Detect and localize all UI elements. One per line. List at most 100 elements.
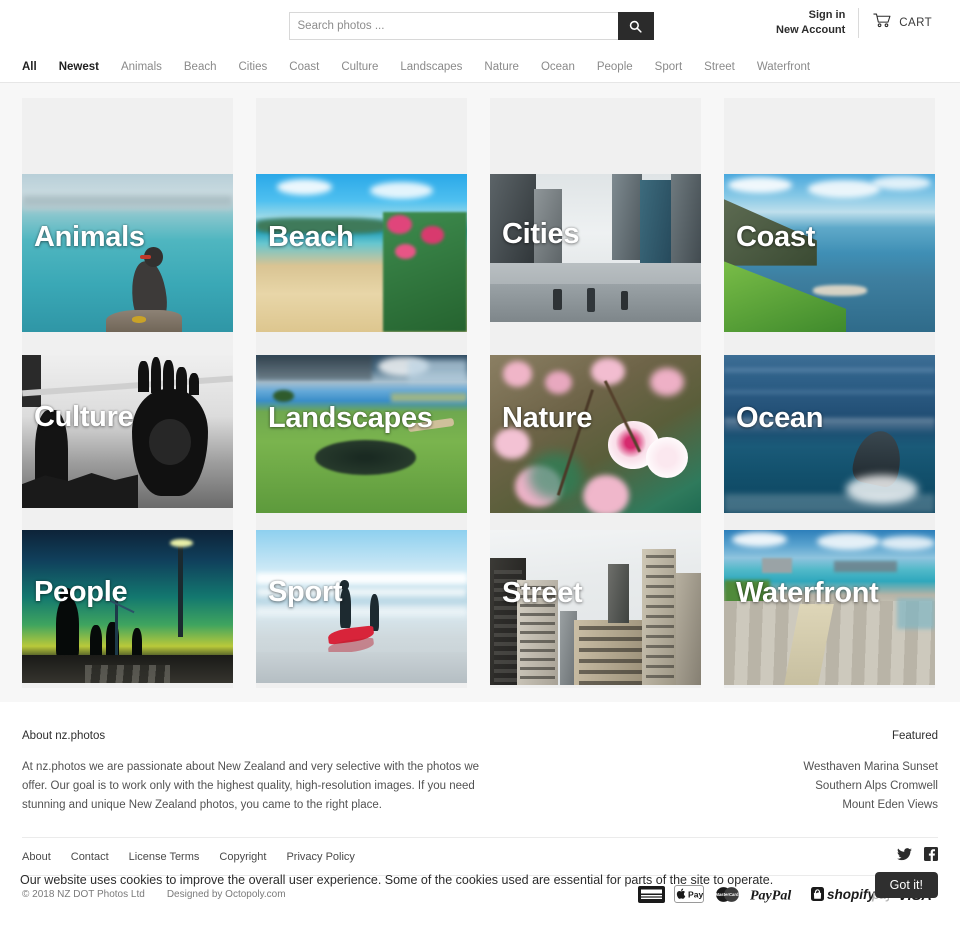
- photo-detail: [490, 174, 537, 266]
- category-grid-area: Animals Beach Cities Coast Culture Landscapes…: [0, 83, 960, 702]
- photo-detail: [527, 452, 583, 501]
- photo-detail: [150, 356, 162, 394]
- featured-list: Westhaven Marina Sunset Southern Alps Cro…: [803, 758, 938, 815]
- category-tile-coast[interactable]: Coast: [724, 98, 935, 343]
- category-tile-landscapes[interactable]: Landscapes: [256, 343, 467, 518]
- photo-detail: [22, 196, 233, 211]
- photo-detail: [639, 179, 674, 263]
- nav-item-culture[interactable]: Culture: [341, 61, 390, 73]
- photo-detail: [728, 177, 792, 193]
- photo-detail: [812, 284, 868, 296]
- nav-item-waterfront[interactable]: Waterfront: [757, 61, 822, 73]
- photo-detail: [85, 664, 170, 683]
- photo-detail: [386, 215, 413, 235]
- about-column: About nz.photos At nz.photos we are pass…: [22, 730, 482, 815]
- photo-detail: [256, 652, 467, 683]
- photo-detail: [256, 218, 387, 235]
- photo-detail: [407, 418, 455, 433]
- nav-item-landscapes[interactable]: Landscapes: [400, 61, 474, 73]
- category-tile-culture[interactable]: Culture: [22, 343, 233, 518]
- photo-detail: [591, 358, 626, 386]
- category-photo-sport: Sport: [256, 530, 467, 683]
- nav-item-people[interactable]: People: [597, 61, 645, 73]
- category-tile-waterfront[interactable]: Waterfront: [724, 518, 935, 688]
- nav-item-nature[interactable]: Nature: [484, 61, 531, 73]
- category-photo-waterfront: Waterfront: [724, 530, 935, 685]
- photo-detail: [646, 437, 689, 479]
- category-tile-sport[interactable]: Sport: [256, 518, 467, 688]
- photo-detail: [256, 355, 373, 381]
- nav-item-all[interactable]: All: [22, 61, 49, 73]
- featured-column: Featured Westhaven Marina Sunset Southern…: [803, 730, 938, 815]
- featured-item[interactable]: Westhaven Marina Sunset: [803, 758, 938, 777]
- photo-detail: [620, 290, 629, 311]
- account-links: Sign in New Account: [776, 8, 860, 38]
- photo-detail: [519, 585, 556, 685]
- cookie-banner: Our website uses cookies to improve the …: [0, 860, 960, 912]
- nav-item-ocean[interactable]: Ocean: [541, 61, 587, 73]
- photo-detail: [55, 597, 79, 659]
- category-tile-nature[interactable]: Nature: [490, 343, 701, 518]
- nav-item-cities[interactable]: Cities: [239, 61, 280, 73]
- photo-detail: [608, 564, 630, 623]
- photo-detail: [553, 289, 562, 311]
- new-account-link[interactable]: New Account: [776, 23, 845, 38]
- photo-detail: [22, 355, 41, 408]
- nav-item-coast[interactable]: Coast: [289, 61, 331, 73]
- category-photo-beach: Beach: [256, 174, 467, 332]
- photo-detail: [407, 359, 467, 382]
- featured-item[interactable]: Southern Alps Cromwell: [803, 777, 938, 796]
- nav-item-street[interactable]: Street: [704, 61, 747, 73]
- nav-item-animals[interactable]: Animals: [121, 61, 174, 73]
- photo-detail: [490, 283, 701, 322]
- category-tile-street[interactable]: Street: [490, 518, 701, 688]
- nav-item-newest[interactable]: Newest: [59, 61, 111, 73]
- category-tile-animals[interactable]: Animals: [22, 98, 233, 343]
- category-tile-label: People: [34, 576, 128, 608]
- category-tile-ocean[interactable]: Ocean: [724, 343, 935, 518]
- category-tile-cities[interactable]: Cities: [490, 98, 701, 343]
- category-photo-street: Street: [490, 530, 701, 685]
- category-photo-culture: Culture: [22, 355, 233, 508]
- photo-detail: [646, 554, 674, 685]
- photo-detail: [420, 226, 444, 244]
- photo-detail: [140, 254, 151, 259]
- nav-item-sport[interactable]: Sport: [655, 61, 695, 73]
- photo-detail: [671, 174, 701, 263]
- search-button[interactable]: [617, 12, 654, 40]
- photo-detail: [59, 588, 73, 602]
- photo-detail: [724, 199, 817, 266]
- photo-detail: [340, 580, 349, 590]
- photo-detail: [22, 375, 233, 396]
- search-input[interactable]: [288, 12, 618, 40]
- photo-detail: [188, 373, 200, 395]
- nav-item-beach[interactable]: Beach: [184, 61, 229, 73]
- photo-detail: [534, 188, 562, 266]
- sign-in-link[interactable]: Sign in: [776, 8, 846, 23]
- photo-detail: [277, 178, 332, 195]
- photo-detail: [724, 389, 935, 395]
- cart-icon: [873, 13, 892, 33]
- photo-detail: [256, 572, 467, 584]
- category-tile-people[interactable]: People: [22, 518, 233, 688]
- photo-detail: [675, 573, 701, 685]
- about-title: About nz.photos: [22, 730, 106, 742]
- category-photo-people: People: [22, 530, 233, 683]
- photo-detail: [178, 542, 184, 638]
- category-photo-ocean: Ocean: [724, 355, 935, 513]
- photo-detail: [114, 600, 119, 659]
- cookie-accept-button[interactable]: Got it!: [874, 872, 938, 898]
- photo-detail: [369, 181, 434, 200]
- photo-detail: [272, 389, 294, 403]
- category-photo-nature: Nature: [490, 355, 701, 513]
- category-tile-beach[interactable]: Beach: [256, 98, 467, 343]
- photo-detail: [816, 533, 881, 551]
- photo-detail: [578, 626, 642, 685]
- cart-button[interactable]: CART: [859, 13, 932, 33]
- search-bar: [288, 12, 654, 40]
- featured-item[interactable]: Mount Eden Views: [803, 796, 938, 815]
- photo-detail: [808, 180, 881, 198]
- photo-detail: [732, 531, 788, 548]
- category-tile-label: Animals: [34, 221, 145, 253]
- header-account-area: Sign in New Account CART: [776, 8, 932, 38]
